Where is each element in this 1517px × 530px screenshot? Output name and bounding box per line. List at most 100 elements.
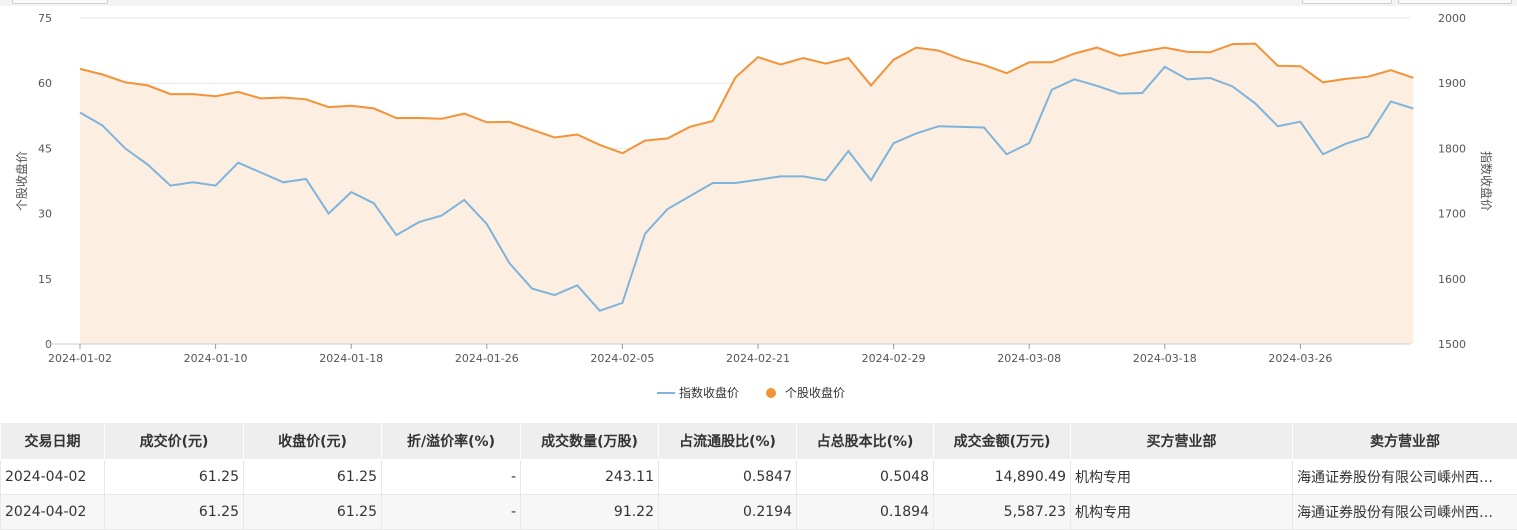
index-close-point[interactable]: [1117, 91, 1123, 97]
index-close-point[interactable]: [100, 123, 106, 129]
index-close-point[interactable]: [1275, 123, 1281, 129]
stock-close-point[interactable]: [461, 111, 467, 117]
index-close-point[interactable]: [1343, 141, 1349, 147]
index-close-point[interactable]: [1184, 76, 1190, 82]
legend-item-index[interactable]: 指数收盘价: [657, 385, 739, 400]
cell-buyer[interactable]: 机构专用: [1071, 495, 1293, 530]
stock-close-point[interactable]: [77, 66, 83, 72]
index-close-point[interactable]: [755, 177, 761, 183]
stock-close-point[interactable]: [1184, 49, 1190, 55]
index-close-point[interactable]: [619, 300, 625, 306]
index-close-point[interactable]: [1230, 83, 1236, 89]
stock-close-point[interactable]: [1320, 79, 1326, 85]
stock-close-point[interactable]: [235, 89, 241, 95]
index-close-point[interactable]: [1365, 134, 1371, 140]
index-close-point[interactable]: [1207, 75, 1213, 81]
index-close-point[interactable]: [529, 286, 535, 292]
stock-close-point[interactable]: [981, 62, 987, 68]
index-close-point[interactable]: [868, 177, 874, 183]
index-close-point[interactable]: [122, 145, 128, 151]
stock-close-point[interactable]: [145, 82, 151, 88]
index-close-point[interactable]: [1162, 64, 1168, 70]
stock-close-point[interactable]: [958, 56, 964, 62]
stock-close-point[interactable]: [484, 119, 490, 125]
index-close-point[interactable]: [393, 232, 399, 238]
index-close-point[interactable]: [1139, 90, 1145, 96]
index-close-point[interactable]: [823, 177, 829, 183]
stock-close-point[interactable]: [619, 150, 625, 156]
header-total-share-ratio[interactable]: 占总股本比(%): [797, 423, 934, 460]
index-close-point[interactable]: [416, 219, 422, 225]
stock-close-point[interactable]: [1365, 74, 1371, 80]
stock-close-point[interactable]: [687, 124, 693, 130]
stock-close-point[interactable]: [642, 138, 648, 144]
index-close-point[interactable]: [687, 193, 693, 199]
cell-seller[interactable]: 海通证券股份有限公司嵊州西…: [1293, 495, 1517, 530]
stock-close-point[interactable]: [1004, 70, 1010, 76]
index-close-point[interactable]: [732, 180, 738, 186]
header-close-price[interactable]: 收盘价(元): [244, 423, 382, 460]
stock-close-point[interactable]: [574, 131, 580, 137]
index-close-point[interactable]: [506, 260, 512, 266]
index-close-point[interactable]: [1388, 98, 1394, 104]
stock-close-point[interactable]: [167, 91, 173, 97]
stock-close-point[interactable]: [1094, 45, 1100, 51]
stock-close-point[interactable]: [552, 135, 558, 141]
index-close-point[interactable]: [1049, 87, 1055, 93]
stock-close-point[interactable]: [1275, 63, 1281, 69]
stock-close-point[interactable]: [868, 82, 874, 88]
index-close-point[interactable]: [574, 282, 580, 288]
index-close-point[interactable]: [77, 110, 83, 116]
stock-close-point[interactable]: [100, 72, 106, 78]
stock-close-point[interactable]: [913, 45, 919, 51]
stock-close-point[interactable]: [1207, 49, 1213, 55]
stock-close-point[interactable]: [190, 91, 196, 97]
index-close-point[interactable]: [190, 179, 196, 185]
header-trade-date[interactable]: 交易日期: [1, 423, 105, 460]
stock-close-point[interactable]: [303, 96, 309, 102]
index-close-point[interactable]: [958, 124, 964, 130]
index-close-point[interactable]: [981, 125, 987, 131]
header-deal-price[interactable]: 成交价(元): [105, 423, 244, 460]
stock-close-point[interactable]: [710, 118, 716, 124]
stock-close-point[interactable]: [845, 55, 851, 61]
stock-close-point[interactable]: [1410, 75, 1416, 81]
index-close-point[interactable]: [235, 160, 241, 166]
index-close-point[interactable]: [280, 179, 286, 185]
index-close-point[interactable]: [913, 130, 919, 136]
index-close-point[interactable]: [348, 189, 354, 195]
index-close-point[interactable]: [303, 176, 309, 182]
stock-close-point[interactable]: [348, 103, 354, 109]
index-close-point[interactable]: [642, 231, 648, 237]
stock-close-point[interactable]: [1026, 59, 1032, 65]
header-buyer[interactable]: 买方营业部: [1071, 423, 1293, 460]
index-close-point[interactable]: [484, 221, 490, 227]
index-close-point[interactable]: [778, 173, 784, 179]
stock-close-point[interactable]: [122, 79, 128, 85]
cell-seller[interactable]: 海通证券股份有限公司嵊州西…: [1293, 460, 1517, 495]
stock-close-point[interactable]: [936, 48, 942, 54]
stock-close-point[interactable]: [778, 62, 784, 68]
stock-close-point[interactable]: [1139, 48, 1145, 54]
stock-close-point[interactable]: [800, 55, 806, 61]
index-close-point[interactable]: [710, 180, 716, 186]
stock-close-point[interactable]: [891, 57, 897, 63]
stock-close-point[interactable]: [439, 116, 445, 122]
stock-close-point[interactable]: [732, 75, 738, 81]
stock-close-point[interactable]: [326, 104, 332, 110]
index-close-point[interactable]: [1410, 106, 1416, 112]
index-close-point[interactable]: [1026, 140, 1032, 146]
stock-close-point[interactable]: [258, 95, 264, 101]
index-close-point[interactable]: [1071, 76, 1077, 82]
index-close-point[interactable]: [1094, 83, 1100, 89]
cell-buyer[interactable]: 机构专用: [1071, 460, 1293, 495]
index-close-point[interactable]: [1320, 151, 1326, 157]
index-close-point[interactable]: [213, 183, 219, 189]
index-close-point[interactable]: [371, 200, 377, 206]
index-close-point[interactable]: [167, 183, 173, 189]
index-close-point[interactable]: [891, 140, 897, 146]
index-close-point[interactable]: [936, 123, 942, 129]
stock-close-point[interactable]: [1252, 41, 1258, 47]
stock-close-point[interactable]: [1230, 41, 1236, 47]
stock-close-point[interactable]: [529, 127, 535, 133]
